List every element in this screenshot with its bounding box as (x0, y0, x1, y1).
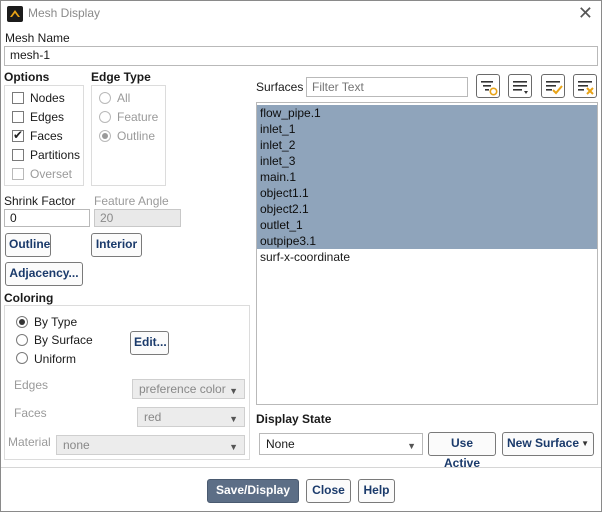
list-item[interactable]: inlet_3 (257, 153, 597, 169)
use-active-button[interactable]: Use Active (428, 432, 496, 470)
edges-color-select[interactable]: preference color ▼ (132, 379, 245, 399)
display-state-select[interactable]: None ▼ (259, 433, 423, 455)
feature-angle-input[interactable]: 20 (94, 209, 181, 227)
nodes-checkbox[interactable] (12, 92, 24, 104)
title-bar: Mesh Display ✕ (1, 1, 601, 27)
edge-outline-radio[interactable] (99, 130, 111, 142)
list-item[interactable]: outpipe3.1 (257, 233, 597, 249)
list-item[interactable]: inlet_2 (257, 137, 597, 153)
new-surface-button[interactable]: New Surface ▼ (502, 432, 594, 456)
list-item[interactable]: inlet_1 (257, 121, 597, 137)
display-state-value: None (266, 437, 295, 451)
mesh-name-input[interactable]: mesh-1 (4, 46, 598, 66)
coloring-label: Coloring (4, 291, 54, 305)
chevron-down-icon: ▼ (229, 442, 238, 452)
close-button[interactable]: Close (306, 479, 351, 503)
uniform-radio[interactable] (16, 352, 28, 364)
sort-list-button[interactable] (508, 74, 532, 98)
overset-checkbox[interactable] (12, 168, 24, 180)
close-window-icon[interactable]: ✕ (578, 3, 593, 23)
edges-color-value: preference color (139, 382, 226, 396)
edge-outline-label: Outline (117, 129, 156, 143)
deselect-all-button[interactable] (573, 74, 597, 98)
shrink-factor-label: Shrink Factor (4, 194, 76, 208)
by-surface-radio[interactable] (16, 334, 28, 346)
mesh-name-label: Mesh Name (5, 31, 70, 45)
feature-angle-label: Feature Angle (94, 194, 169, 208)
faces-color-value: red (144, 410, 162, 424)
edges-color-label: Edges (14, 378, 49, 392)
list-item[interactable]: object1.1 (257, 185, 597, 201)
edge-feature-radio[interactable] (99, 111, 111, 123)
save-display-button[interactable]: Save/Display (207, 479, 299, 503)
partitions-checkbox[interactable] (12, 149, 24, 161)
edge-type-label: Edge Type (91, 70, 151, 84)
edges-label: Edges (30, 110, 65, 124)
edge-all-radio[interactable] (99, 92, 111, 104)
window-title: Mesh Display (28, 6, 101, 20)
interior-button[interactable]: Interior (91, 233, 142, 257)
surfaces-filter-input[interactable] (306, 77, 468, 97)
material-value: none (63, 438, 90, 452)
by-type-radio[interactable] (16, 316, 28, 328)
list-item[interactable]: outlet_1 (257, 217, 597, 233)
chevron-down-icon: ▼ (229, 414, 238, 424)
filter-settings-button[interactable] (476, 74, 500, 98)
options-label: Options (4, 70, 50, 84)
select-all-button[interactable] (541, 74, 565, 98)
list-item[interactable]: flow_pipe.1 (257, 105, 597, 121)
faces-color-label: Faces (14, 406, 47, 420)
faces-label: Faces (30, 129, 63, 143)
chevron-down-icon: ▼ (581, 439, 589, 448)
app-logo-icon (7, 6, 23, 22)
footer-divider (1, 467, 601, 468)
by-surface-label: By Surface (34, 333, 93, 347)
shrink-factor-input[interactable]: 0 (4, 209, 90, 227)
list-item[interactable]: main.1 (257, 169, 597, 185)
list-item[interactable]: surf-x-coordinate (257, 249, 597, 265)
edges-checkbox[interactable] (12, 111, 24, 123)
faces-color-select[interactable]: red ▼ (137, 407, 245, 427)
overset-label: Overset (30, 167, 73, 181)
new-surface-label: New Surface (507, 436, 580, 450)
deselect-all-icon (578, 81, 594, 95)
select-all-icon (546, 81, 563, 95)
outline-button[interactable]: Outline (5, 233, 51, 257)
partitions-label: Partitions (30, 148, 81, 162)
chevron-down-icon: ▼ (407, 441, 416, 451)
nodes-label: Nodes (30, 91, 65, 105)
sort-list-icon (513, 81, 528, 94)
uniform-label: Uniform (34, 352, 77, 366)
help-button[interactable]: Help (358, 479, 395, 503)
edit-button[interactable]: Edit... (130, 331, 169, 355)
mesh-display-dialog: Mesh Display ✕ Mesh Name mesh-1 Options … (0, 0, 602, 512)
edge-all-label: All (117, 91, 131, 105)
surfaces-label: Surfaces (256, 80, 304, 94)
edge-feature-label: Feature (117, 110, 159, 124)
adjacency-button[interactable]: Adjacency... (5, 262, 83, 286)
list-item[interactable]: object2.1 (257, 201, 597, 217)
chevron-down-icon: ▼ (229, 386, 238, 396)
material-label: Material (8, 435, 51, 449)
material-select[interactable]: none ▼ (56, 435, 245, 455)
surfaces-list[interactable]: flow_pipe.1 inlet_1 inlet_2 inlet_3 main… (256, 102, 598, 405)
by-type-label: By Type (34, 315, 78, 329)
faces-checkbox[interactable] (12, 128, 24, 142)
filter-settings-icon (481, 81, 498, 96)
display-state-label: Display State (256, 412, 332, 426)
